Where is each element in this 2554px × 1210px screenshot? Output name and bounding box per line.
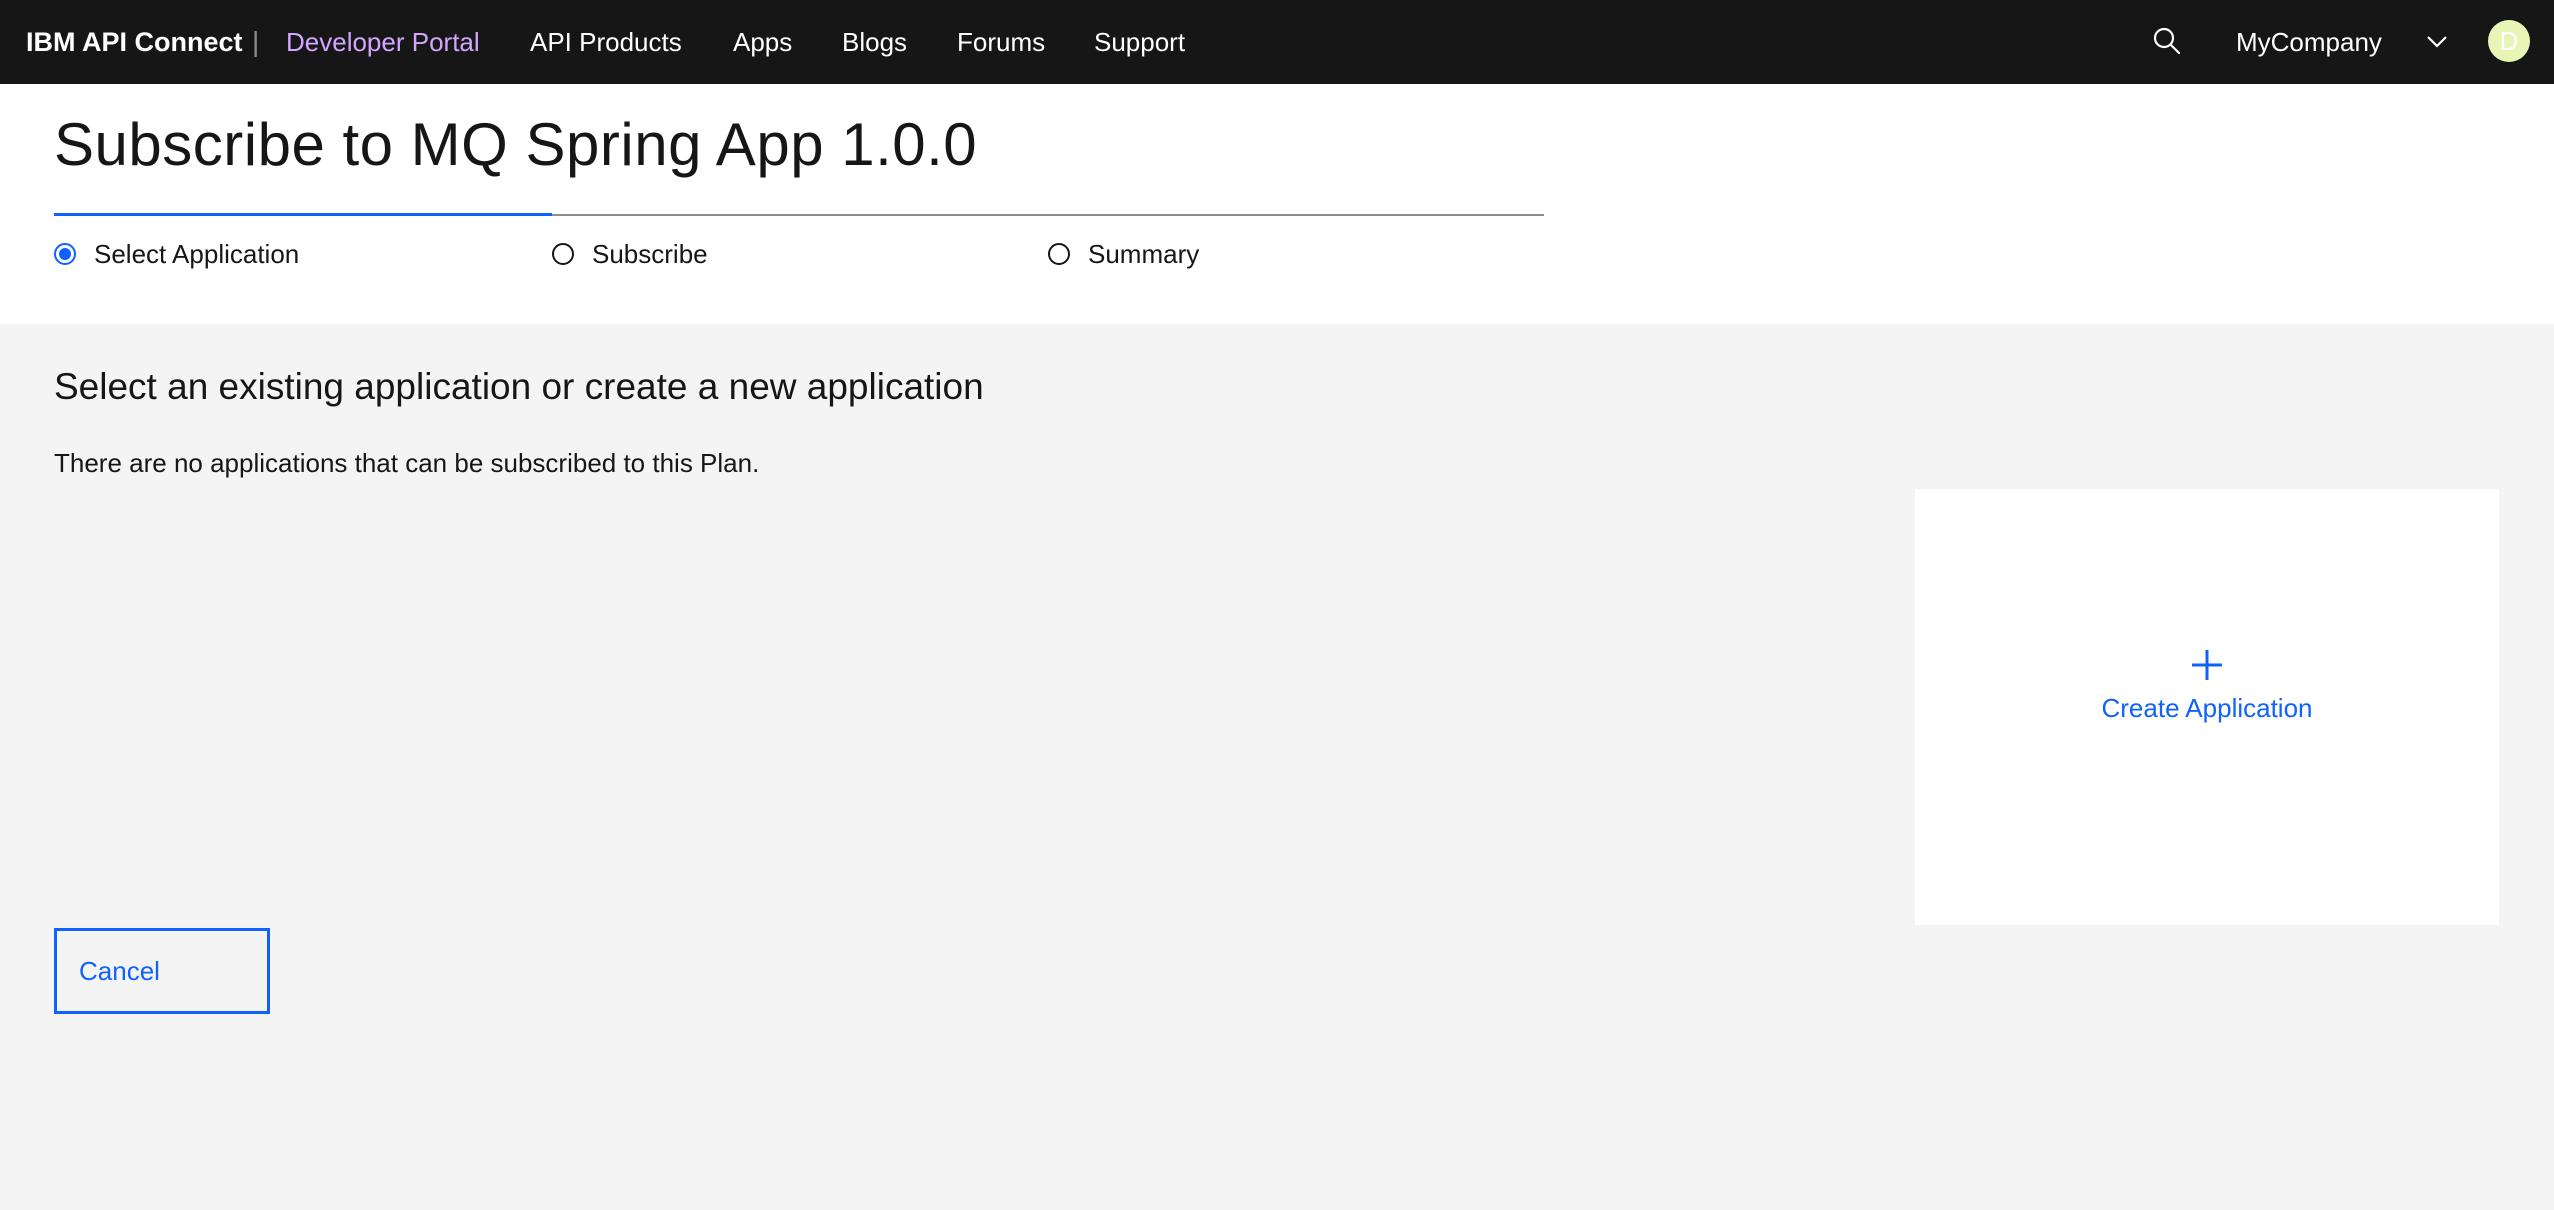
nav-item-blogs[interactable]: Blogs — [842, 0, 907, 84]
section-heading: Select an existing application or create… — [54, 366, 984, 407]
progress-line-active — [54, 213, 552, 216]
cancel-button[interactable]: Cancel — [54, 928, 270, 1014]
chevron-down-icon[interactable] — [2424, 28, 2450, 54]
brand-name[interactable]: IBM API Connect — [26, 0, 243, 84]
radio-selected-icon[interactable] — [54, 243, 76, 265]
step-summary[interactable]: Summary — [1048, 234, 1199, 274]
brand-separator: | — [252, 26, 260, 57]
radio-unselected-icon[interactable] — [1048, 243, 1070, 265]
step-label: Select Application — [94, 238, 300, 269]
organization-switcher[interactable]: MyCompany — [2236, 0, 2382, 84]
search-icon[interactable] — [2150, 24, 2184, 58]
nav-item-support[interactable]: Support — [1094, 0, 1185, 84]
progress-indicator: Select Application Subscribe Summary — [54, 213, 1544, 294]
page-header: Subscribe to MQ Spring App 1.0.0 Select … — [0, 84, 2554, 324]
step-select-application[interactable]: Select Application — [54, 234, 299, 274]
developer-portal-link[interactable]: Developer Portal — [286, 0, 480, 84]
empty-state-message: There are no applications that can be su… — [54, 448, 760, 478]
nav-item-api-products[interactable]: API Products — [530, 0, 682, 84]
page-title: Subscribe to MQ Spring App 1.0.0 — [54, 111, 978, 178]
step-subscribe[interactable]: Subscribe — [552, 234, 708, 274]
create-application-label[interactable]: Create Application — [1915, 693, 2499, 724]
radio-unselected-icon[interactable] — [552, 243, 574, 265]
create-application-card[interactable]: Create Application — [1915, 489, 2499, 925]
user-avatar[interactable]: D — [2488, 20, 2530, 62]
top-navigation-bar: IBM API Connect | Developer Portal API P… — [0, 0, 2554, 84]
nav-item-apps[interactable]: Apps — [733, 0, 792, 84]
step-label: Subscribe — [592, 238, 708, 269]
nav-item-forums[interactable]: Forums — [957, 0, 1045, 84]
progress-line — [552, 214, 1544, 216]
step-label: Summary — [1088, 238, 1200, 269]
plus-icon — [2189, 647, 2225, 683]
